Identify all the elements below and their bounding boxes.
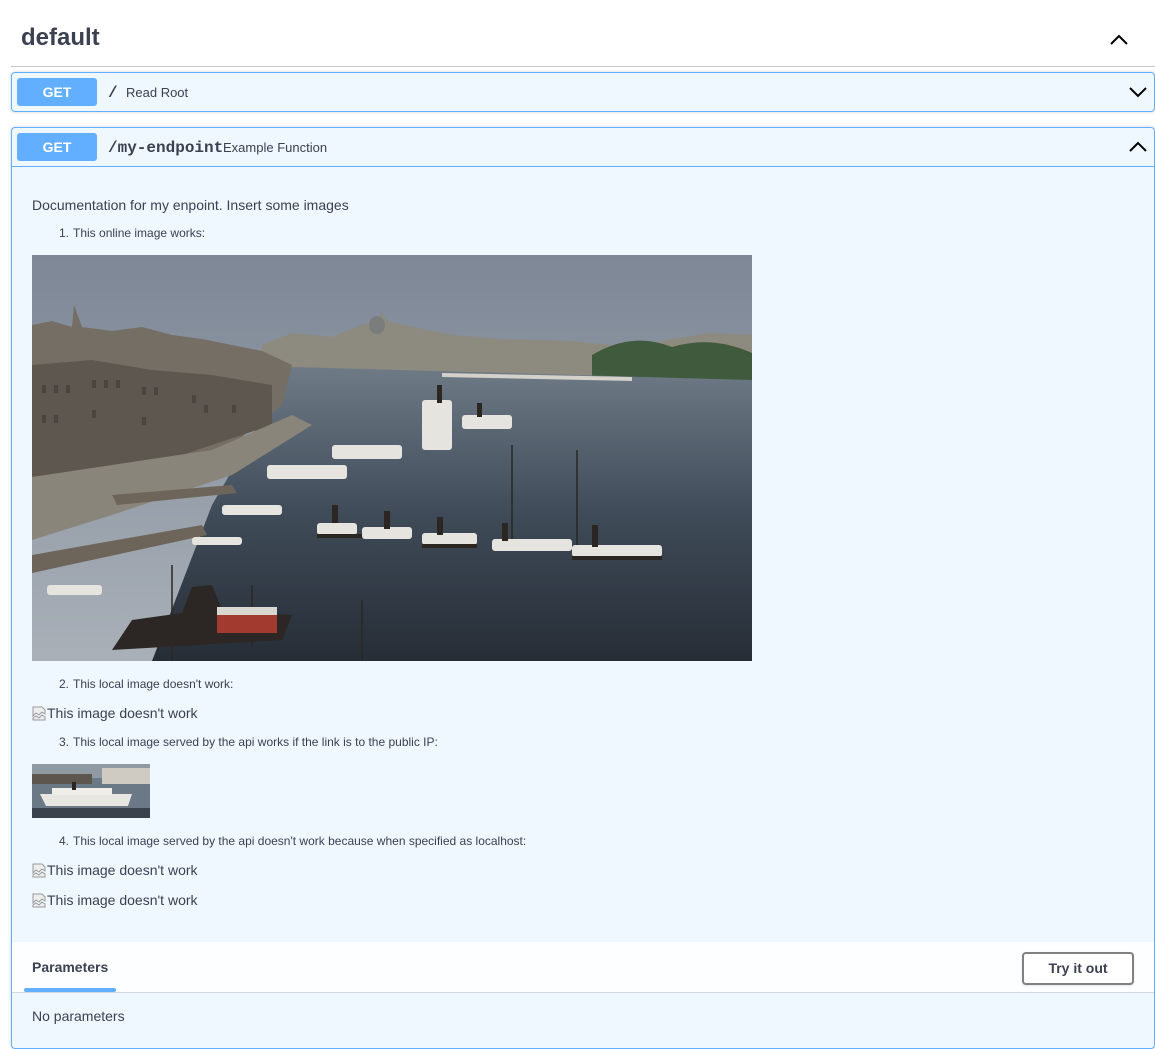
broken-image-icon [32, 863, 46, 878]
chevron-up-icon[interactable] [1107, 28, 1131, 52]
tab-parameters[interactable]: Parameters [32, 959, 108, 975]
steamer-thumbnail [32, 764, 150, 818]
broken-image-alt: This image doesn't work [47, 705, 198, 721]
harbor-photo [32, 255, 752, 661]
tag-title: default [21, 24, 100, 51]
tab-active-indicator [24, 988, 116, 992]
list-number: 1. [59, 226, 70, 240]
endpoint-path: / [108, 84, 118, 102]
parameters-header: Parameters Try it out [12, 942, 1154, 993]
try-it-out-button[interactable]: Try it out [1022, 952, 1134, 985]
opblock-summary[interactable]: GET /my-endpoint Example Function [12, 128, 1154, 167]
opblock-get-root: GET / Read Root [11, 72, 1155, 112]
endpoint-path: /my-endpoint [108, 139, 224, 157]
broken-image: This image doesn't work [32, 705, 198, 721]
broken-image-icon [32, 706, 46, 721]
broken-image-alt: This image doesn't work [47, 892, 198, 908]
chevron-up-icon[interactable] [1128, 137, 1148, 157]
broken-image-alt: This image doesn't work [47, 862, 198, 878]
list-item: 4. This local image served by the api doe… [59, 834, 526, 848]
list-item: 3. This local image served by the api wor… [59, 735, 438, 749]
list-text: This local image doesn't work: [73, 677, 234, 691]
method-badge: GET [17, 133, 97, 161]
method-badge: GET [17, 78, 97, 106]
list-text: This online image works: [73, 226, 206, 240]
broken-image: This image doesn't work [32, 862, 198, 878]
list-number: 2. [59, 677, 70, 691]
list-number: 3. [59, 735, 70, 749]
chevron-down-icon[interactable] [1128, 82, 1148, 102]
description-intro: Documentation for my enpoint. Insert som… [32, 197, 349, 213]
opblock-get-my-endpoint: GET /my-endpoint Example Function Docume… [11, 127, 1155, 1049]
list-number: 4. [59, 834, 70, 848]
endpoint-summary: Read Root [126, 85, 189, 100]
tag-header[interactable]: default [11, 0, 1155, 67]
opblock-summary[interactable]: GET / Read Root [12, 73, 1154, 111]
broken-image-icon [32, 893, 46, 908]
no-parameters-text: No parameters [32, 1008, 125, 1024]
list-item: 1. This online image works: [59, 226, 205, 240]
list-text: This local image served by the api works… [73, 735, 438, 749]
endpoint-summary: Example Function [223, 140, 328, 155]
list-text: This local image served by the api doesn… [73, 834, 527, 848]
list-item: 2. This local image doesn't work: [59, 677, 233, 691]
broken-image: This image doesn't work [32, 892, 198, 908]
